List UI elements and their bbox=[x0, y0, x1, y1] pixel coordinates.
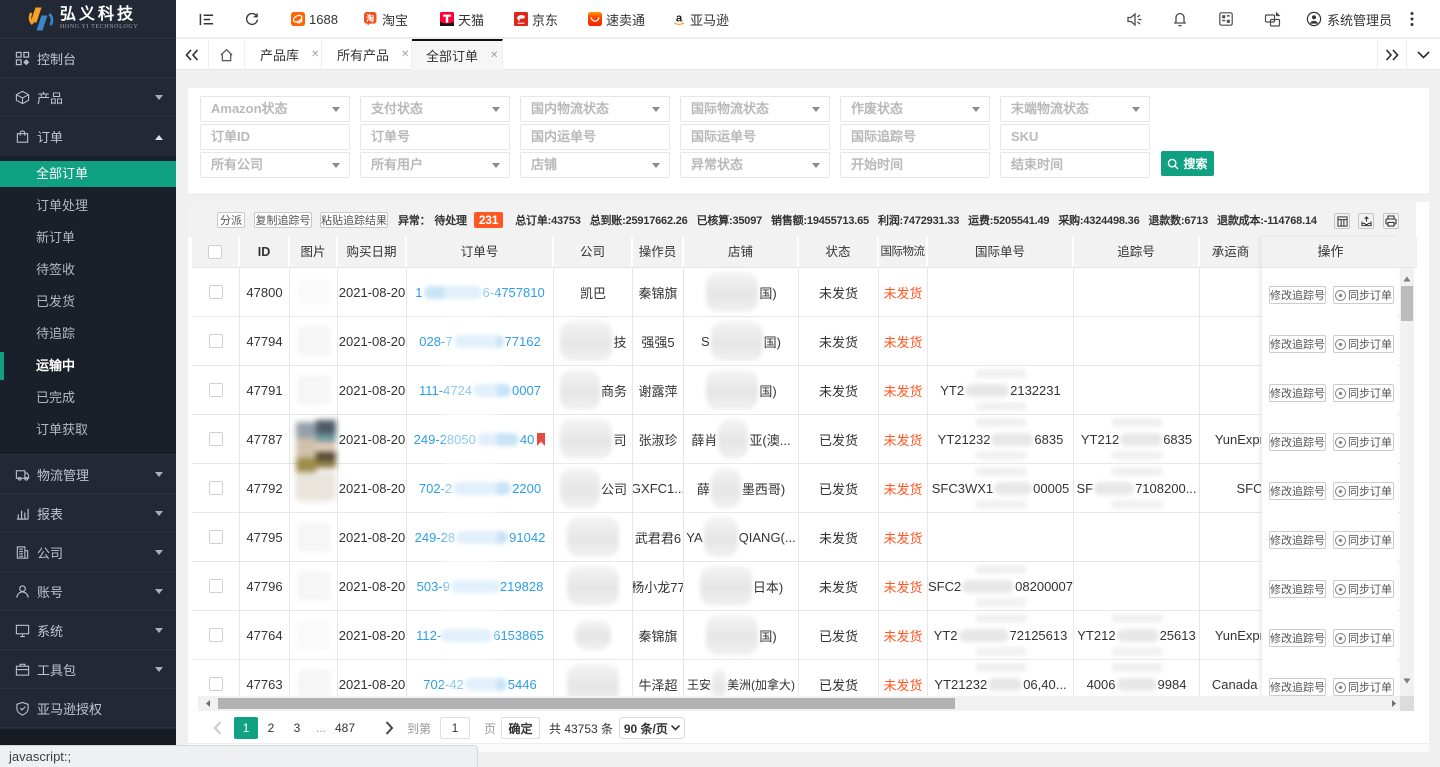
svg-text:a: a bbox=[676, 13, 683, 25]
svg-text:淘: 淘 bbox=[366, 13, 374, 23]
